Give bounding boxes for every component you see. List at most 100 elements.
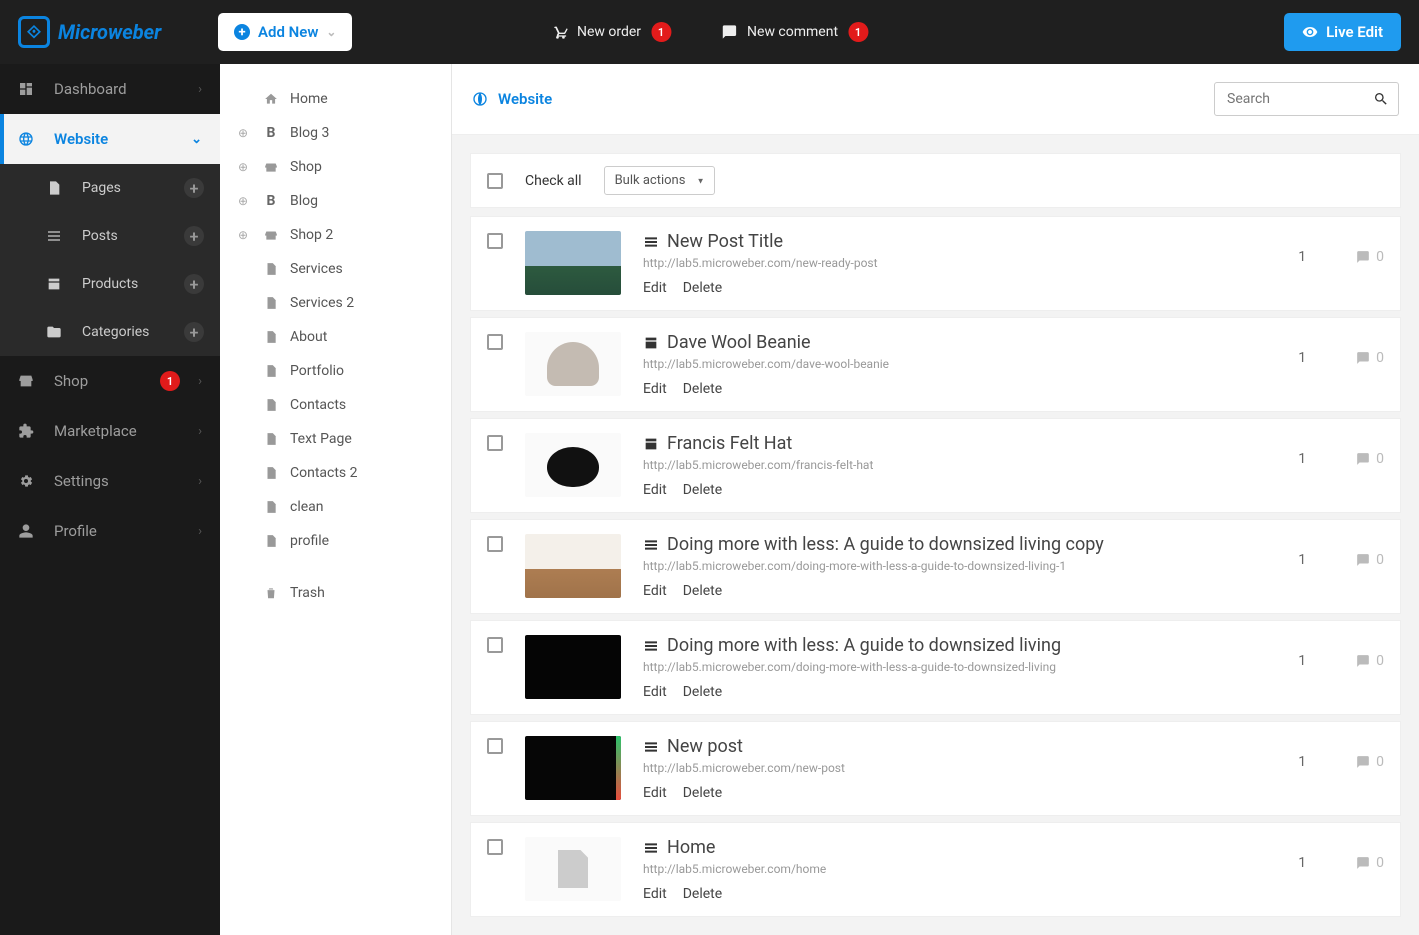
post-checkbox[interactable] — [487, 738, 503, 754]
post-checkbox[interactable] — [487, 233, 503, 249]
post-checkbox[interactable] — [487, 536, 503, 552]
post-title[interactable]: New Post Title — [643, 231, 1276, 252]
delete-link[interactable]: Delete — [683, 482, 722, 498]
topbar-center: New order 1 New comment 1 — [551, 22, 868, 42]
logo[interactable]: ⟐ Microweber — [18, 16, 218, 48]
nav-dashboard[interactable]: Dashboard › — [0, 64, 220, 114]
delete-link[interactable]: Delete — [683, 785, 722, 801]
tree-textpage[interactable]: Text Page — [220, 422, 451, 456]
tree-label: Services 2 — [290, 295, 354, 311]
post-checkbox[interactable] — [487, 334, 503, 350]
tree-services[interactable]: Services — [220, 252, 451, 286]
nav-categories[interactable]: Categories + — [0, 308, 220, 356]
post-checkbox[interactable] — [487, 839, 503, 855]
edit-link[interactable]: Edit — [643, 886, 667, 902]
live-edit-button[interactable]: Live Edit — [1284, 13, 1401, 51]
tree-trash[interactable]: Trash — [220, 576, 451, 610]
tree-contacts2[interactable]: Contacts 2 — [220, 456, 451, 490]
delete-link[interactable]: Delete — [683, 684, 722, 700]
post-url: http://lab5.microweber.com/doing-more-wi… — [643, 559, 1276, 573]
tree-contacts[interactable]: Contacts — [220, 388, 451, 422]
nav-website[interactable]: Website ⌄ — [0, 114, 220, 164]
expand-icon[interactable]: ⊕ — [238, 126, 252, 140]
new-order-link[interactable]: New order 1 — [551, 22, 671, 42]
post-meta: 10 — [1298, 837, 1384, 871]
eye-icon — [1302, 24, 1318, 40]
product-icon — [643, 436, 659, 452]
check-all-checkbox[interactable] — [487, 173, 503, 189]
post-title-text: Doing more with less: A guide to downsiz… — [667, 635, 1061, 656]
add-post-icon[interactable]: + — [184, 226, 204, 246]
post-title[interactable]: New post — [643, 736, 1276, 757]
delete-link[interactable]: Delete — [683, 381, 722, 397]
edit-link[interactable]: Edit — [643, 482, 667, 498]
post-checkbox[interactable] — [487, 637, 503, 653]
search-input[interactable] — [1214, 82, 1399, 116]
add-category-icon[interactable]: + — [184, 322, 204, 342]
posts-list: New Post Title http://lab5.microweber.com… — [470, 216, 1401, 917]
edit-link[interactable]: Edit — [643, 381, 667, 397]
post-checkbox[interactable] — [487, 435, 503, 451]
nav-pages[interactable]: Pages + — [0, 164, 220, 212]
tree-profile[interactable]: profile — [220, 524, 451, 558]
add-page-icon[interactable]: + — [184, 178, 204, 198]
post-comments: 0 — [1356, 249, 1384, 265]
nav-posts[interactable]: Posts + — [0, 212, 220, 260]
nav-profile[interactable]: Profile › — [0, 506, 220, 556]
tree-portfolio[interactable]: Portfolio — [220, 354, 451, 388]
expand-icon[interactable]: ⊕ — [238, 228, 252, 242]
list-icon — [643, 234, 659, 250]
comment-count: 0 — [1376, 754, 1384, 770]
bulk-actions-select[interactable]: Bulk actions — [604, 166, 715, 195]
post-thumbnail[interactable] — [525, 837, 621, 901]
post-actions: Edit Delete — [643, 280, 1276, 296]
search-icon[interactable] — [1373, 91, 1389, 107]
post-url: http://lab5.microweber.com/francis-felt-… — [643, 458, 1276, 472]
delete-link[interactable]: Delete — [683, 583, 722, 599]
nav-settings[interactable]: Settings › — [0, 456, 220, 506]
post-title[interactable]: Doing more with less: A guide to downsiz… — [643, 635, 1276, 656]
new-order-badge: 1 — [651, 22, 671, 42]
comment-icon — [1356, 856, 1370, 870]
post-thumbnail[interactable] — [525, 736, 621, 800]
post-body: New posthttp://lab5.microweber.com/new-p… — [643, 736, 1276, 801]
add-new-label: Add New — [258, 23, 318, 41]
tree-label: Portfolio — [290, 363, 344, 379]
edit-link[interactable]: Edit — [643, 684, 667, 700]
post-title-text: Dave Wool Beanie — [667, 332, 811, 353]
tree-about[interactable]: About — [220, 320, 451, 354]
expand-icon[interactable]: ⊕ — [238, 160, 252, 174]
dashboard-icon — [18, 81, 34, 97]
post-title[interactable]: Home — [643, 837, 1276, 858]
tree-blog[interactable]: ⊕BBlog — [220, 184, 451, 218]
tree-blog3[interactable]: ⊕BBlog 3 — [220, 116, 451, 150]
expand-icon[interactable]: ⊕ — [238, 194, 252, 208]
post-thumbnail[interactable] — [525, 635, 621, 699]
new-comment-link[interactable]: New comment 1 — [721, 22, 868, 42]
delete-link[interactable]: Delete — [683, 280, 722, 296]
nav-products[interactable]: Products + — [0, 260, 220, 308]
post-title[interactable]: Doing more with less: A guide to downsiz… — [643, 534, 1276, 555]
add-product-icon[interactable]: + — [184, 274, 204, 294]
new-order-label: New order — [577, 24, 641, 40]
tree-shop[interactable]: ⊕Shop — [220, 150, 451, 184]
post-thumbnail[interactable] — [525, 332, 621, 396]
tree-home[interactable]: Home — [220, 82, 451, 116]
edit-link[interactable]: Edit — [643, 280, 667, 296]
edit-link[interactable]: Edit — [643, 583, 667, 599]
tree-services2[interactable]: Services 2 — [220, 286, 451, 320]
delete-link[interactable]: Delete — [683, 886, 722, 902]
post-title[interactable]: Dave Wool Beanie — [643, 332, 1276, 353]
post-thumbnail[interactable] — [525, 534, 621, 598]
post-meta: 10 — [1298, 635, 1384, 669]
post-thumbnail[interactable] — [525, 231, 621, 295]
tree-clean[interactable]: clean — [220, 490, 451, 524]
post-title[interactable]: Francis Felt Hat — [643, 433, 1276, 454]
nav-marketplace[interactable]: Marketplace › — [0, 406, 220, 456]
tree-shop2[interactable]: ⊕Shop 2 — [220, 218, 451, 252]
add-new-button[interactable]: + Add New ⌄ — [218, 13, 352, 51]
post-thumbnail[interactable] — [525, 433, 621, 497]
nav-shop[interactable]: Shop 1 › — [0, 356, 220, 406]
page-icon — [264, 364, 278, 378]
edit-link[interactable]: Edit — [643, 785, 667, 801]
